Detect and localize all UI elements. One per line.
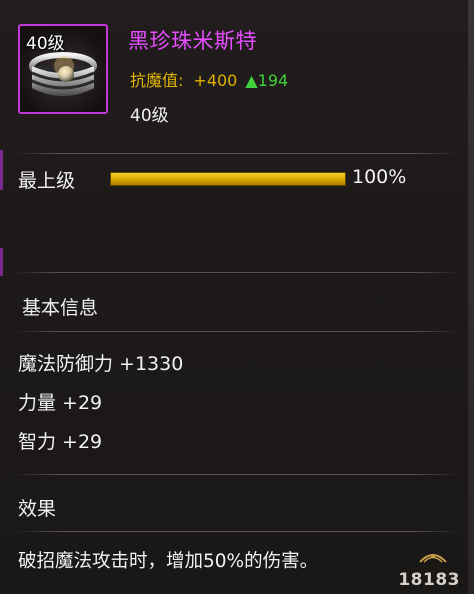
- panel-edge: [468, 0, 474, 594]
- grade-percent: 100%: [352, 166, 407, 188]
- divider: [14, 272, 460, 273]
- section-title-effect: 效果: [18, 498, 57, 520]
- resist-stat: 抗魔值: +400 ▲194: [130, 67, 288, 91]
- grade-progress-fill: [111, 173, 345, 185]
- divider: [14, 474, 460, 475]
- watermark-text: 18183: [398, 570, 460, 590]
- divider: [14, 531, 460, 532]
- prop-intelligence: 智力 +29: [18, 431, 103, 453]
- icon-level-label: 40级: [26, 34, 65, 54]
- stat-value: +400: [193, 71, 238, 90]
- stat-label: 抗魔值:: [130, 71, 184, 90]
- prop-strength: 力量 +29: [18, 392, 103, 414]
- divider: [14, 153, 460, 154]
- item-icon-frame[interactable]: 40级: [18, 24, 108, 114]
- grade-progress-bar: [110, 172, 346, 186]
- left-accent: [0, 248, 3, 276]
- left-accent: [0, 150, 3, 190]
- divider: [14, 331, 460, 332]
- item-name: 黑珍珠米斯特: [128, 29, 257, 53]
- item-level: 40级: [130, 106, 169, 126]
- prop-magic-defense: 魔法防御力 +1330: [18, 353, 184, 375]
- item-tooltip-panel: 40级 黑珍珠米斯特 抗魔值: +400 ▲194 40级 最上级 100% 基本信…: [0, 0, 474, 594]
- grade-label: 最上级: [18, 170, 76, 192]
- stat-increase: ▲194: [245, 71, 289, 90]
- effect-description: 破招魔法攻击时，增加50%的伤害。: [18, 551, 319, 572]
- section-title-basic-info: 基本信息: [22, 297, 99, 319]
